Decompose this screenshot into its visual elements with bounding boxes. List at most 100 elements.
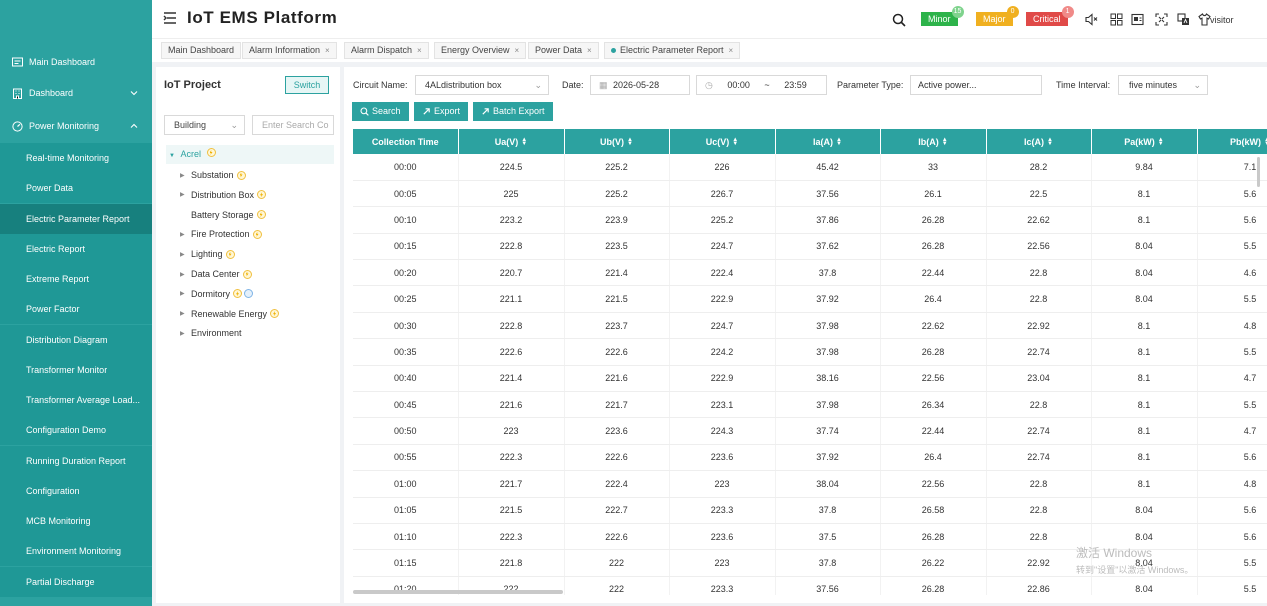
export-button[interactable]: Export [414, 102, 469, 121]
close-icon[interactable]: × [587, 43, 592, 58]
close-icon[interactable]: × [729, 43, 734, 58]
column-header[interactable]: Ib(A) ▲ ▼ [880, 129, 987, 154]
column-header[interactable]: Pa(kW) ▲ ▼ [1091, 129, 1198, 154]
column-header[interactable]: Ub(V) ▲ ▼ [564, 129, 670, 154]
tree-node-data-center[interactable]: ▶ Data Center [180, 267, 252, 281]
table-row[interactable]: 01:05 221.5 222.7 223.3 37.8 26.58 22.8 8.04 5.6 [353, 497, 1267, 524]
switch-button[interactable]: Switch [285, 76, 329, 94]
sort-icon[interactable]: ▲ ▼ [1158, 137, 1164, 147]
batch-export-button[interactable]: Batch Export [473, 102, 553, 121]
sidebar-item-environment-monitoring[interactable]: Environment Monitoring [0, 536, 152, 567]
mute-icon[interactable] [1085, 13, 1098, 26]
building-filter-select[interactable]: Building ⌄ [164, 115, 245, 135]
column-header[interactable]: Ia(A) ▲ ▼ [775, 129, 881, 154]
fullscreen-icon[interactable] [1155, 13, 1168, 26]
alarm-badge-minor[interactable]: Minor 15 [921, 6, 964, 26]
caret-right-icon[interactable]: ▶ [180, 251, 188, 258]
column-header[interactable]: Uc(V) ▲ ▼ [669, 129, 776, 154]
sort-icon[interactable]: ▲ ▼ [942, 137, 948, 147]
table-row[interactable]: 00:45 221.6 221.7 223.1 37.98 26.34 22.8 8.1 5.5 [353, 391, 1267, 419]
menu-toggle-icon[interactable] [163, 11, 177, 25]
caret-right-icon[interactable]: ▶ [180, 231, 188, 238]
tree-node-lighting[interactable]: ▶ Lighting [180, 247, 235, 261]
tree-node-distribution-box[interactable]: ▶ Distribution Box [180, 188, 267, 202]
sidebar-item-distribution-diagram[interactable]: Distribution Diagram [0, 324, 152, 355]
table-row[interactable]: 00:35 222.6 222.6 224.2 37.98 26.28 22.74 8.1 5.… [353, 338, 1267, 366]
sort-icon[interactable]: ▲ ▼ [836, 137, 842, 147]
close-icon[interactable]: × [515, 43, 520, 58]
tab-alarm-dispatch[interactable]: Alarm Dispatch × [344, 42, 429, 59]
sidebar-item-power-factor[interactable]: Power Factor [0, 294, 152, 325]
sidebar-item-configuration-demo[interactable]: Configuration Demo [0, 415, 152, 446]
sidebar-item-configuration[interactable]: Configuration [0, 475, 152, 506]
sidebar-item-main-dashboard[interactable]: Main Dashboard [0, 47, 152, 77]
table-row[interactable]: 00:40 221.4 221.6 222.9 38.16 22.56 23.04 8.1 4.… [353, 365, 1267, 393]
caret-right-icon[interactable]: ▶ [180, 310, 188, 317]
tab-energy-overview[interactable]: Energy Overview × [434, 42, 527, 59]
table-row[interactable]: 00:55 222.3 222.6 223.6 37.92 26.4 22.74 8.1 5.6 [353, 444, 1267, 472]
sidebar-item-electric-report[interactable]: Electric Report [0, 233, 152, 264]
caret-right-icon[interactable]: ▶ [180, 330, 188, 337]
close-icon[interactable]: × [417, 43, 422, 58]
tree-search-input[interactable]: Enter Search Co [252, 115, 334, 135]
tree-node-renewable-energy[interactable]: ▶ Renewable Energy [180, 307, 280, 321]
close-icon[interactable]: × [325, 43, 330, 58]
caret-right-icon[interactable]: ▶ [180, 271, 188, 278]
circuit-select[interactable]: 4ALdistribution box ⌄ [415, 75, 549, 95]
tree-node-battery-storage[interactable]: Battery Storage [180, 208, 266, 222]
alarm-badge-critical[interactable]: Critical 1 [1026, 6, 1074, 26]
vertical-scrollbar[interactable] [1257, 157, 1260, 187]
table-row[interactable]: 01:00 221.7 222.4 223 38.04 22.56 22.8 8.1 4.8 [353, 470, 1267, 498]
sidebar-item-real-time-monitoring[interactable]: Real-time Monitoring [0, 143, 152, 173]
tab-electric-parameter-report[interactable]: Electric Parameter Report × [604, 42, 741, 59]
user-name[interactable]: visitor [1210, 15, 1234, 25]
sort-icon[interactable]: ▲ ▼ [627, 137, 633, 147]
column-header[interactable]: Pb(kW) ▲ ▼ [1197, 129, 1267, 154]
table-row[interactable]: 00:10 223.2 223.9 225.2 37.86 26.28 22.62 8.1 5.… [353, 206, 1267, 234]
sidebar-item-extreme-report[interactable]: Extreme Report [0, 264, 152, 294]
tab-main-dashboard[interactable]: Main Dashboard [161, 42, 242, 59]
horizontal-scrollbar[interactable] [353, 590, 563, 594]
table-row[interactable]: 00:15 222.8 223.5 224.7 37.62 26.28 22.56 8.04 5… [353, 233, 1267, 261]
time-range-picker[interactable]: ◷ 00:00 ~ 23:59 [696, 75, 827, 95]
tree-node-fire-protection[interactable]: ▶ Fire Protection [180, 227, 262, 241]
column-header[interactable]: Ic(A) ▲ ▼ [986, 129, 1092, 154]
caret-right-icon[interactable]: ▶ [180, 172, 188, 179]
table-row[interactable]: 00:00 224.5 225.2 226 45.42 33 28.2 9.84 7.1 [353, 154, 1267, 181]
table-row[interactable]: 00:30 222.8 223.7 224.7 37.98 22.62 22.92 8.1 4.… [353, 312, 1267, 340]
sidebar-item-transformer-average-load[interactable]: Transformer Average Load... [0, 385, 152, 415]
caret-right-icon[interactable]: ▶ [180, 290, 188, 297]
tab-power-data[interactable]: Power Data × [528, 42, 599, 59]
sidebar-item-running-duration-report[interactable]: Running Duration Report [0, 445, 152, 476]
table-row[interactable]: 00:20 220.7 221.4 222.4 37.8 22.44 22.8 8.04 4.6 [353, 259, 1267, 287]
screen-icon[interactable] [1131, 13, 1144, 26]
search-button[interactable]: Search [352, 102, 409, 121]
column-header[interactable]: Ua(V) ▲ ▼ [458, 129, 565, 154]
alarm-badge-major[interactable]: Major 0 [976, 6, 1019, 26]
translate-icon[interactable] [1177, 13, 1190, 26]
tree-root-acrel[interactable]: ▼ Acrel [166, 145, 334, 164]
tree-node-substation[interactable]: ▶ Substation [180, 168, 246, 182]
time-interval-select[interactable]: five minutes ⌄ [1118, 75, 1208, 95]
sidebar-item-power-monitoring[interactable]: Power Monitoring [0, 111, 152, 141]
sidebar-item-electric-parameter-report[interactable]: Electric Parameter Report [0, 203, 152, 234]
table-row[interactable]: 00:05 225 225.2 226.7 37.56 26.1 22.5 8.1 5.6 [353, 180, 1267, 208]
sidebar-item-transformer-monitor[interactable]: Transformer Monitor [0, 354, 152, 385]
sort-icon[interactable]: ▲ ▼ [1047, 137, 1053, 147]
date-picker[interactable]: ▦ 2026-05-28 [590, 75, 690, 95]
parameter-type-select[interactable]: Active power... [910, 75, 1042, 95]
sort-icon[interactable]: ▲ ▼ [521, 137, 527, 147]
sort-icon[interactable]: ▲ ▼ [732, 137, 738, 147]
search-icon[interactable] [892, 13, 906, 27]
sidebar-item-mcb-monitoring[interactable]: MCB Monitoring [0, 506, 152, 536]
tab-alarm-information[interactable]: Alarm Information × [242, 42, 337, 59]
tree-node-dormitory[interactable]: ▶ Dormitory [180, 287, 254, 301]
grid-icon[interactable] [1110, 13, 1123, 26]
table-row[interactable]: 00:25 221.1 221.5 222.9 37.92 26.4 22.8 8.04 5.5 [353, 285, 1267, 313]
parameter-table-wrapper[interactable]: Collection Time Ua(V) ▲ ▼ Ub(V) ▲ ▼ Uc(V) ▲ ▼ Ia(A… [353, 129, 1267, 595]
tree-node-environment[interactable]: ▶ Environment [180, 326, 242, 340]
sidebar-item-dashboard[interactable]: Dashboard [0, 78, 152, 108]
sidebar-item-partial-discharge[interactable]: Partial Discharge [0, 566, 152, 597]
table-row[interactable]: 00:50 223 223.6 224.3 37.74 22.44 22.74 8.1 4.7 [353, 417, 1267, 445]
sidebar-item-power-data[interactable]: Power Data [0, 173, 152, 204]
